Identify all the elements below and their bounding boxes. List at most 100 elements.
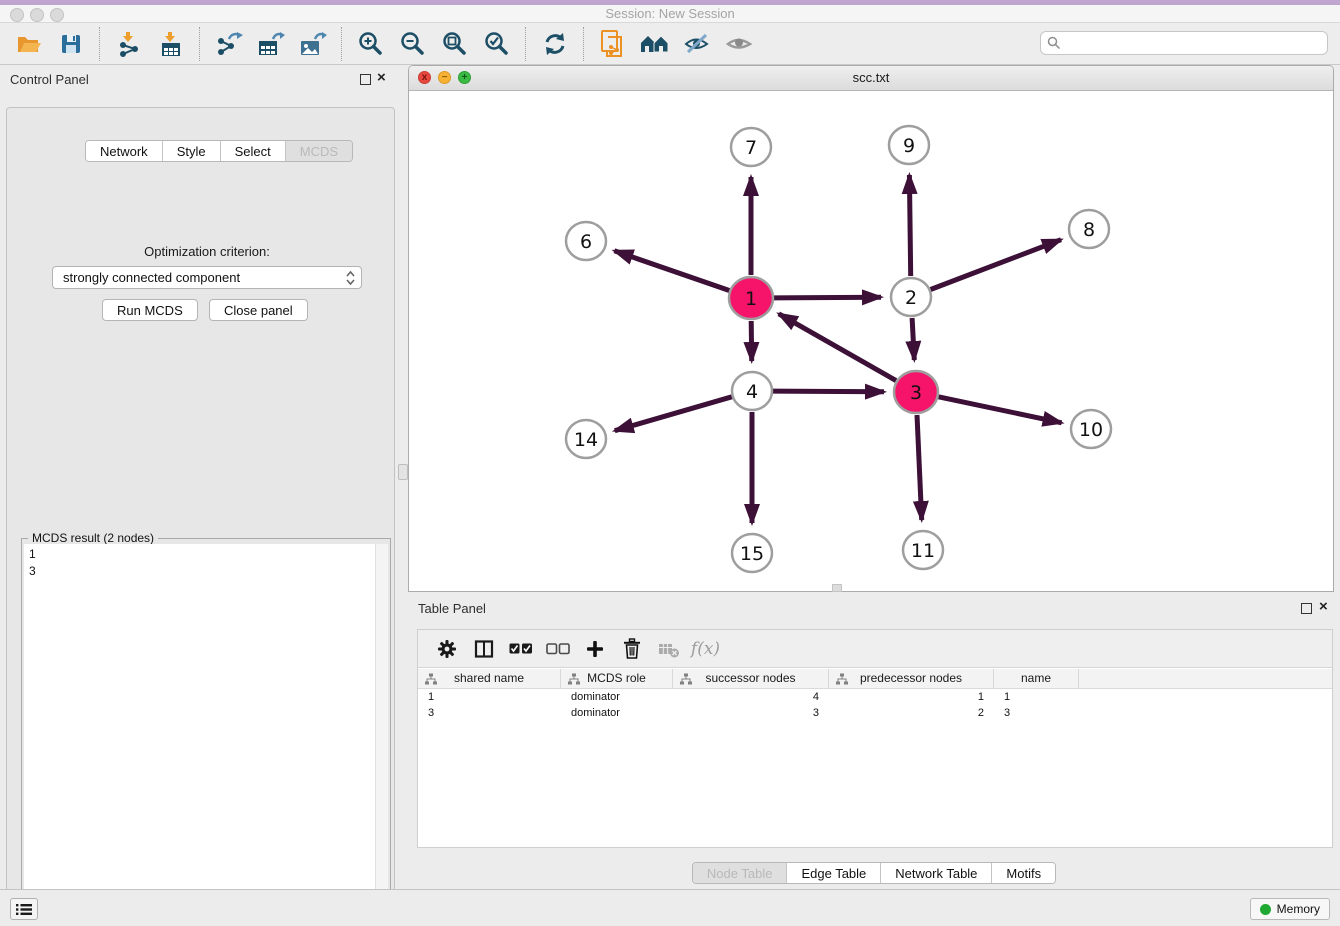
column-header-predecessor-nodes[interactable]: predecessor nodes: [829, 669, 994, 688]
edge-2-to-9[interactable]: [909, 175, 910, 276]
delete-column-button[interactable]: [613, 633, 650, 665]
toolbar-separator: [341, 27, 343, 61]
table-panel-title: Table Panel: [418, 601, 486, 616]
eye-slash-icon: [683, 31, 711, 57]
zoom-in-button[interactable]: [350, 26, 392, 62]
hide-selected-button[interactable]: [676, 26, 718, 62]
open-session-button[interactable]: [8, 26, 50, 62]
edge-3-to-11[interactable]: [917, 415, 922, 520]
mcds-result-scrollbar[interactable]: [375, 544, 388, 911]
canvas-resize-grip[interactable]: [832, 584, 842, 592]
graph-node-14[interactable]: [566, 420, 606, 458]
table-cell[interactable]: 3: [418, 705, 561, 721]
delete-table-button[interactable]: [650, 633, 687, 665]
edge-1-to-2[interactable]: [774, 297, 881, 298]
edge-4-to-3[interactable]: [773, 391, 884, 392]
table-row[interactable]: 3dominator323: [418, 705, 1332, 721]
edge-2-to-8[interactable]: [931, 240, 1061, 290]
table-cell[interactable]: dominator: [561, 705, 673, 721]
show-all-button[interactable]: [718, 26, 760, 62]
table-cell[interactable]: dominator: [561, 689, 673, 705]
export-table-button[interactable]: [250, 26, 292, 62]
table-cell[interactable]: 1: [418, 689, 561, 705]
column-header-name[interactable]: name: [994, 669, 1079, 688]
optimization-criterion-select[interactable]: strongly connected component: [52, 266, 362, 289]
edge-3-to-10[interactable]: [939, 397, 1062, 423]
memory-button[interactable]: Memory: [1250, 898, 1330, 920]
deselect-all-button[interactable]: [539, 633, 576, 665]
table-cell[interactable]: 2: [829, 705, 994, 721]
show-column-panel-button[interactable]: [465, 633, 502, 665]
table-cell[interactable]: 3: [994, 705, 1079, 721]
checked-boxes-icon: [509, 642, 533, 656]
graph-node-7[interactable]: [731, 128, 771, 166]
table-cell[interactable]: 1: [994, 689, 1079, 705]
tab-network-table[interactable]: Network Table: [881, 863, 992, 883]
zoom-fit-button[interactable]: [434, 26, 476, 62]
graph-node-4[interactable]: [732, 372, 772, 410]
float-panel-icon[interactable]: [360, 74, 371, 85]
zoom-out-button[interactable]: [392, 26, 434, 62]
graph-node-3[interactable]: [894, 371, 938, 413]
network-window-titlebar[interactable]: x − + scc.txt: [409, 66, 1333, 91]
network-canvas[interactable]: 7968124314101511: [409, 90, 1333, 591]
tab-edge-table[interactable]: Edge Table: [787, 863, 881, 883]
columns-icon: [474, 639, 494, 659]
import-network-button[interactable]: [108, 26, 150, 62]
tab-network[interactable]: Network: [86, 141, 163, 161]
two-houses-icon: [640, 31, 670, 57]
edge-2-to-3[interactable]: [912, 318, 914, 360]
graph-node-1[interactable]: [729, 277, 773, 319]
export-image-icon: [299, 31, 327, 57]
table-panel-tabs: Node Table Edge Table Network Table Moti…: [408, 862, 1340, 884]
graph-node-2[interactable]: [891, 278, 931, 316]
column-header-shared-name[interactable]: shared name: [418, 669, 561, 688]
graph-node-6[interactable]: [566, 222, 606, 260]
tab-mcds[interactable]: MCDS: [286, 141, 352, 161]
graph-node-9[interactable]: [889, 126, 929, 164]
close-panel-icon[interactable]: ×: [377, 70, 386, 85]
column-header-successor-nodes[interactable]: successor nodes: [673, 669, 829, 688]
table-cell[interactable]: 4: [673, 689, 829, 705]
mcds-result-list[interactable]: 1 3: [24, 544, 376, 911]
graph-node-10[interactable]: [1071, 410, 1111, 448]
first-neighbors-button[interactable]: [634, 26, 676, 62]
export-network-button[interactable]: [208, 26, 250, 62]
apply-layout-button[interactable]: [534, 26, 576, 62]
panel-divider-grip[interactable]: [398, 464, 408, 480]
edge-1-to-4[interactable]: [751, 321, 752, 361]
tab-node-table[interactable]: Node Table: [693, 863, 788, 883]
tab-style[interactable]: Style: [163, 141, 221, 161]
select-all-button[interactable]: [502, 633, 539, 665]
column-type-icon: [836, 673, 848, 685]
import-table-button[interactable]: [150, 26, 192, 62]
float-table-panel-icon[interactable]: [1301, 603, 1312, 614]
eye-icon: [725, 31, 753, 57]
tab-select[interactable]: Select: [221, 141, 286, 161]
zoom-selected-button[interactable]: [476, 26, 518, 62]
export-image-button[interactable]: [292, 26, 334, 62]
session-title: Session: New Session: [0, 6, 1340, 21]
new-network-from-selection-button[interactable]: [592, 26, 634, 62]
toolbar-separator: [583, 27, 585, 61]
function-builder-button[interactable]: f(x): [687, 633, 724, 665]
table-row[interactable]: 1dominator411: [418, 689, 1332, 705]
save-session-button[interactable]: [50, 26, 92, 62]
edge-4-to-14[interactable]: [615, 397, 732, 431]
search-input[interactable]: [1040, 31, 1328, 55]
table-settings-button[interactable]: [428, 633, 465, 665]
edge-3-to-1[interactable]: [779, 314, 896, 381]
task-history-button[interactable]: [10, 898, 38, 920]
close-panel-button[interactable]: Close panel: [209, 299, 308, 321]
create-column-button[interactable]: [576, 633, 613, 665]
graph-node-8[interactable]: [1069, 210, 1109, 248]
close-table-panel-icon[interactable]: ×: [1319, 599, 1328, 614]
run-mcds-button[interactable]: Run MCDS: [102, 299, 198, 321]
table-cell[interactable]: 1: [829, 689, 994, 705]
table-cell[interactable]: 3: [673, 705, 829, 721]
graph-node-11[interactable]: [903, 531, 943, 569]
column-header-MCDS-role[interactable]: MCDS role: [561, 669, 673, 688]
graph-node-15[interactable]: [732, 534, 772, 572]
tab-motifs[interactable]: Motifs: [992, 863, 1055, 883]
edge-1-to-6[interactable]: [614, 251, 729, 291]
